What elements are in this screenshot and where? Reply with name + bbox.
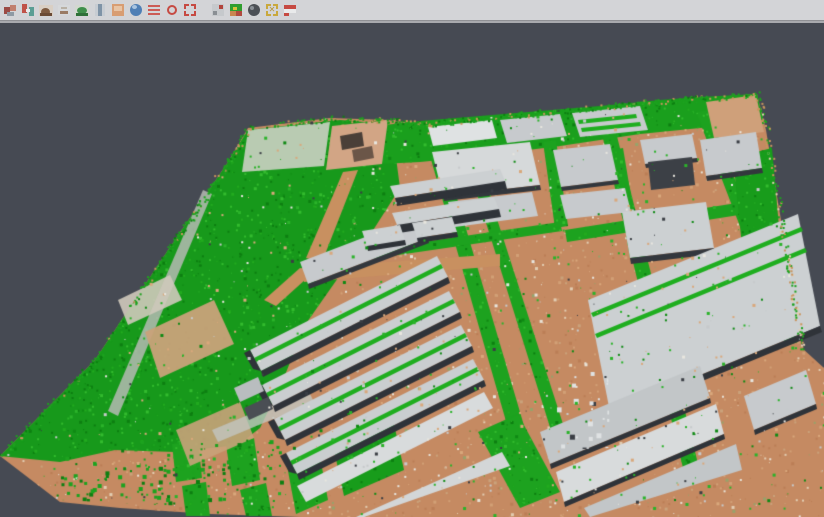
terrain-button[interactable] — [38, 2, 54, 18]
ortho-view-button[interactable] — [110, 2, 126, 18]
ground-points-button[interactable] — [56, 2, 72, 18]
section-view-icon — [93, 3, 107, 17]
clip-box-button[interactable]: ✕ — [264, 2, 280, 18]
pointcloud-db-icon — [3, 3, 17, 17]
sphere-render-button[interactable] — [246, 2, 262, 18]
app-window: ✕ — [0, 0, 824, 517]
registration-button[interactable] — [20, 2, 36, 18]
classification-render-button[interactable] — [228, 2, 244, 18]
vegetation-icon — [75, 3, 89, 17]
sphere-render-icon — [247, 3, 261, 17]
flag-button[interactable] — [282, 2, 298, 18]
profile-icon — [147, 3, 161, 17]
section-view-button[interactable] — [92, 2, 108, 18]
vegetation-button[interactable] — [74, 2, 90, 18]
viewport-3d[interactable] — [0, 0, 824, 517]
pointcloud-db-button[interactable] — [2, 2, 18, 18]
profile-button[interactable] — [146, 2, 162, 18]
toolbar-separator — [0, 21, 824, 23]
flag-icon — [283, 3, 297, 17]
terrain-icon — [39, 3, 53, 17]
rect-select-button[interactable] — [182, 2, 198, 18]
tile-select-button[interactable] — [210, 2, 226, 18]
classification-render-icon — [229, 3, 243, 17]
globe-view-button[interactable] — [128, 2, 144, 18]
circle-select-button[interactable] — [164, 2, 180, 18]
globe-view-icon — [129, 3, 143, 17]
rect-select-icon — [183, 3, 197, 17]
ortho-view-icon — [111, 3, 125, 17]
ground-points-icon — [57, 3, 71, 17]
registration-icon — [21, 3, 35, 17]
tile-select-icon — [211, 3, 225, 17]
circle-select-icon — [165, 3, 179, 17]
pointcloud-canvas[interactable] — [0, 0, 824, 517]
main-toolbar: ✕ — [0, 0, 824, 21]
clip-box-icon: ✕ — [265, 3, 279, 17]
